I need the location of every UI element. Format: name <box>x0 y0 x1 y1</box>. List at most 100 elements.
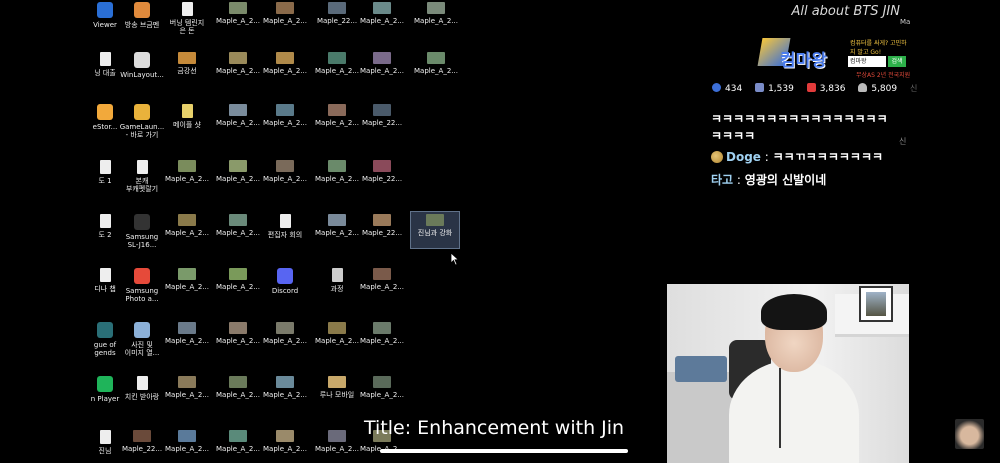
ad-search-button[interactable]: 검색 <box>888 56 906 67</box>
desktop-icon-label: Maple_22... <box>361 119 403 127</box>
desktop-icon[interactable]: Maple_A_2... <box>260 322 310 345</box>
desktop-icon[interactable]: Maple_A_2... <box>260 160 310 183</box>
desktop-icon[interactable]: Maple_A_2... <box>213 268 263 291</box>
desktop-icon[interactable]: Samsung Photo a... <box>117 268 167 303</box>
desktop-icon[interactable]: Maple_A_2... <box>312 160 362 183</box>
desktop-icon[interactable]: Maple_A_2... <box>357 52 407 75</box>
desktop-icon[interactable]: GameLaun... - 바로 가기 <box>117 104 167 139</box>
desktop-icon[interactable]: Maple_A_2... <box>213 376 263 399</box>
desktop-icon-label: 루나 모바일 <box>319 391 355 399</box>
webcam-boxes <box>675 356 727 382</box>
image-thumbnail-icon <box>328 430 346 442</box>
image-thumbnail-icon <box>328 2 346 14</box>
desktop-icon[interactable]: Maple_A_2... <box>260 376 310 399</box>
ad-footer: 무상AS 2년 전국지원 <box>856 72 911 79</box>
desktop-icon[interactable]: Maple_22... <box>357 104 407 127</box>
desktop-icon-label: Maple_A_2... <box>263 67 307 75</box>
desktop-icon[interactable]: Maple_A_2... <box>162 322 212 345</box>
desktop-icon[interactable]: Maple_A_2... <box>213 430 263 453</box>
image-thumbnail-icon <box>426 214 444 226</box>
desktop-icon[interactable]: Maple_A_2... <box>213 2 263 25</box>
desktop-icon[interactable]: Maple_A_2... <box>312 104 362 127</box>
desktop-icon[interactable]: Maple_A_2... <box>357 376 407 399</box>
image-thumbnail-icon <box>178 160 196 172</box>
desktop-icon[interactable]: Maple_A_2... <box>162 268 212 291</box>
desktop-icon-label: Discord <box>271 287 299 295</box>
desktop-icon[interactable]: Samsung SL-J16... <box>117 214 167 249</box>
desktop-icon[interactable]: Maple_A_2... <box>312 322 362 345</box>
desktop-icon[interactable]: Maple_A_2... <box>213 214 263 237</box>
desktop-icon[interactable]: Maple_A_2... <box>357 268 407 291</box>
player-progress-bar[interactable] <box>380 449 628 453</box>
image-thumbnail-icon <box>328 104 346 116</box>
desktop-icon[interactable]: Maple_A_2... <box>213 160 263 183</box>
desktop-icon[interactable]: Maple_A_2... <box>162 430 212 453</box>
stat-value: 434 <box>725 84 743 94</box>
desktop-icon[interactable]: Maple_A_2... <box>213 104 263 127</box>
chat-message: Doge : ㅋㅋㄲㅋㅋㅋㅋㅋㅋㅋ <box>711 148 883 165</box>
image-thumbnail-icon <box>178 376 196 388</box>
ad-banner[interactable]: 컴마왕 컴퓨터를 싸게? 고민하지 말고 Go! 컴마왕 검색 무상AS 2년 … <box>757 36 911 80</box>
image-thumbnail-icon <box>373 268 391 280</box>
desktop-icon[interactable]: Maple_A_2... <box>162 376 212 399</box>
desktop-icon[interactable]: Maple_22... <box>357 214 407 237</box>
desktop-icon[interactable]: 방송 브금멘 <box>117 2 167 29</box>
desktop-icon-label: 진님과 강화 <box>417 229 453 237</box>
desktop-icon-label-line2: - 바로 가기 <box>125 131 159 139</box>
desktop-icon-label-line2: 부캐펫랄기 <box>125 185 159 193</box>
desktop-icon[interactable]: 본캐 부캐펫랄기 <box>117 160 167 193</box>
stat-viewers: 434 <box>712 83 742 94</box>
file-thumbnail-icon <box>136 160 148 174</box>
image-thumbnail-icon <box>373 160 391 172</box>
desktop-icon[interactable]: WinLayout... <box>117 52 167 79</box>
desktop-icon[interactable]: Maple_A_2... <box>411 2 461 25</box>
desktop-icon[interactable]: Maple_A_2... <box>260 430 310 453</box>
image-thumbnail-icon <box>229 322 247 334</box>
desktop-icon[interactable]: Maple_A_2... <box>357 322 407 345</box>
app-thumbnail-icon <box>134 104 150 120</box>
desktop-icon[interactable]: Maple_A_2... <box>312 52 362 75</box>
file-thumbnail-icon <box>99 52 111 66</box>
ad-search-input[interactable]: 컴마왕 <box>848 56 886 67</box>
desktop-icon[interactable]: 버닝 템린지 은 돈 <box>162 2 212 35</box>
desktop-icon-label: Maple_22... <box>121 445 163 453</box>
image-thumbnail-icon <box>178 430 196 442</box>
chat-username: 타고 <box>711 173 734 187</box>
desktop-icon-label-line2: 이미지 열... <box>124 349 160 357</box>
desktop-icon-label: 편집자 회의 <box>267 231 303 239</box>
desktop-icon[interactable]: Maple_22... <box>312 2 362 25</box>
streamer-body <box>729 360 859 463</box>
desktop-icon-label: 치킨 받아랑 <box>124 393 160 401</box>
desktop-icon[interactable]: Maple_A_2... <box>260 104 310 127</box>
desktop-icon[interactable]: 메이플 샷 <box>162 104 212 129</box>
desktop-icon[interactable]: Maple_A_2... <box>312 214 362 237</box>
desktop-icon[interactable]: 편집자 회의 <box>260 214 310 239</box>
desktop-icon[interactable]: 치킨 받아랑 <box>117 376 167 401</box>
desktop-icon[interactable]: 과정 <box>312 268 362 293</box>
desktop-icon[interactable]: 루나 모바일 <box>312 376 362 399</box>
desktop-icon-label: Maple_A_2... <box>315 67 359 75</box>
desktop-icon[interactable]: Maple_A_2... <box>411 52 461 75</box>
desktop-icon[interactable]: Maple_A_2... <box>357 2 407 25</box>
desktop-icon[interactable]: 진님과 강화 <box>410 211 460 249</box>
desktop-icon[interactable]: Maple_22... <box>117 430 167 453</box>
person-icon <box>858 83 868 92</box>
desktop-icon[interactable]: Discord <box>260 268 310 295</box>
desktop-icon[interactable]: 금강선 <box>162 52 212 75</box>
desktop-icon[interactable]: 사진 및 이미지 열... <box>117 322 167 357</box>
desktop-icon[interactable]: Maple_A_2... <box>162 160 212 183</box>
chat-separator: : <box>764 150 769 164</box>
desktop-icon[interactable]: Maple_22... <box>357 160 407 183</box>
file-thumbnail-icon <box>99 430 111 444</box>
desktop-icon[interactable]: Maple_A_2... <box>162 214 212 237</box>
desktop-icon-label: Samsung <box>125 287 159 295</box>
channel-avatar[interactable] <box>955 419 984 449</box>
desktop-icon[interactable]: Maple_A_2... <box>260 52 310 75</box>
app-thumbnail-icon <box>97 2 113 18</box>
desktop-icon[interactable]: Maple_A_2... <box>213 52 263 75</box>
desktop-icon-label: Maple_A_2... <box>360 283 404 291</box>
desktop-icon[interactable]: Maple_A_2... <box>312 430 362 453</box>
desktop-icon[interactable]: Maple_A_2... <box>213 322 263 345</box>
file-thumbnail-icon <box>99 160 111 174</box>
desktop-icon[interactable]: Maple_A_2... <box>260 2 310 25</box>
